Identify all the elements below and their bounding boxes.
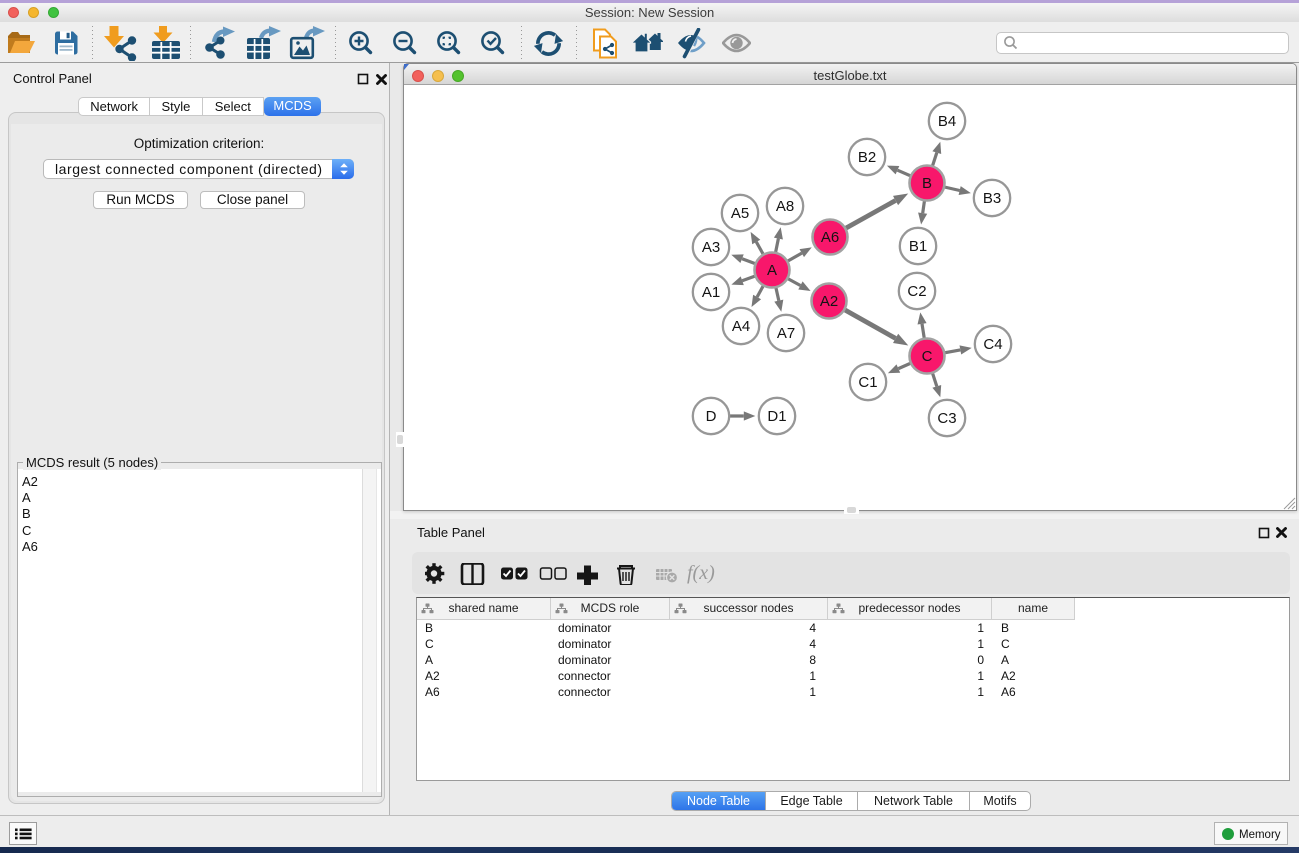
svg-text:C4: C4 [983, 336, 1002, 353]
svg-text:B4: B4 [938, 113, 956, 130]
svg-text:D: D [706, 408, 717, 425]
svg-text:B2: B2 [858, 149, 876, 166]
svg-text:A4: A4 [732, 318, 750, 335]
svg-text:B: B [922, 175, 932, 192]
svg-text:C: C [922, 348, 933, 365]
svg-text:A3: A3 [702, 239, 720, 256]
svg-text:A: A [767, 262, 777, 279]
svg-text:A5: A5 [731, 205, 749, 222]
svg-text:A1: A1 [702, 284, 720, 301]
svg-text:A7: A7 [777, 325, 795, 342]
svg-text:C2: C2 [907, 283, 926, 300]
svg-text:C3: C3 [937, 410, 956, 427]
svg-text:A6: A6 [821, 229, 839, 246]
svg-text:D1: D1 [767, 408, 786, 425]
svg-text:C1: C1 [858, 374, 877, 391]
svg-text:A2: A2 [820, 293, 838, 310]
svg-text:A8: A8 [776, 198, 794, 215]
svg-text:B1: B1 [909, 238, 927, 255]
svg-text:B3: B3 [983, 190, 1001, 207]
